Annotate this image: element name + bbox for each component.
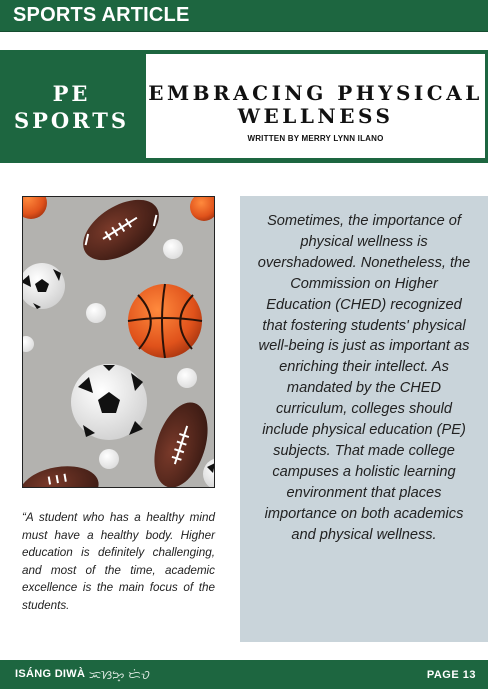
article-body: Sometimes, the importance of physical we… xyxy=(257,213,471,543)
byline: WRITTEN BY MERRY LYNN ILANO xyxy=(247,134,384,143)
publication-name: ISÁNG DIWÀ xyxy=(15,668,86,680)
category-label: PE SPORTS xyxy=(0,50,143,163)
article-body-panel: Sometimes, the importance of physical we… xyxy=(240,196,488,642)
publication-name-baybayin: ᜁᜐᜅ᜔ ᜇᜒᜏ xyxy=(89,668,150,682)
title-line-1: EMBRACING PHYSICAL xyxy=(148,81,483,105)
title-line-2: WELLNESS xyxy=(237,104,394,128)
sports-balls-photo xyxy=(22,196,215,488)
category-line-1: PE xyxy=(52,80,91,106)
article-title: EMBRACING PHYSICAL WELLNESS xyxy=(146,82,485,128)
pull-quote: “A student who has a healthy mind must h… xyxy=(22,511,215,612)
page-number: PAGE 13 xyxy=(426,669,476,681)
category-line-2: SPORTS xyxy=(13,107,130,133)
section-header-bar: SPORTS ARTICLE xyxy=(0,0,488,32)
footer-bar: ISÁNG DIWÀ ᜁᜐᜅ᜔ ᜇᜒᜏ PAGE 13 xyxy=(0,660,488,689)
basketball-icon xyxy=(127,283,203,359)
title-box: EMBRACING PHYSICAL WELLNESS WRITTEN BY M… xyxy=(145,53,486,159)
title-banner: PE SPORTS EMBRACING PHYSICAL WELLNESS WR… xyxy=(0,50,488,163)
section-tag: SPORTS ARTICLE xyxy=(13,4,190,26)
soccer-ball-icon xyxy=(71,364,147,440)
